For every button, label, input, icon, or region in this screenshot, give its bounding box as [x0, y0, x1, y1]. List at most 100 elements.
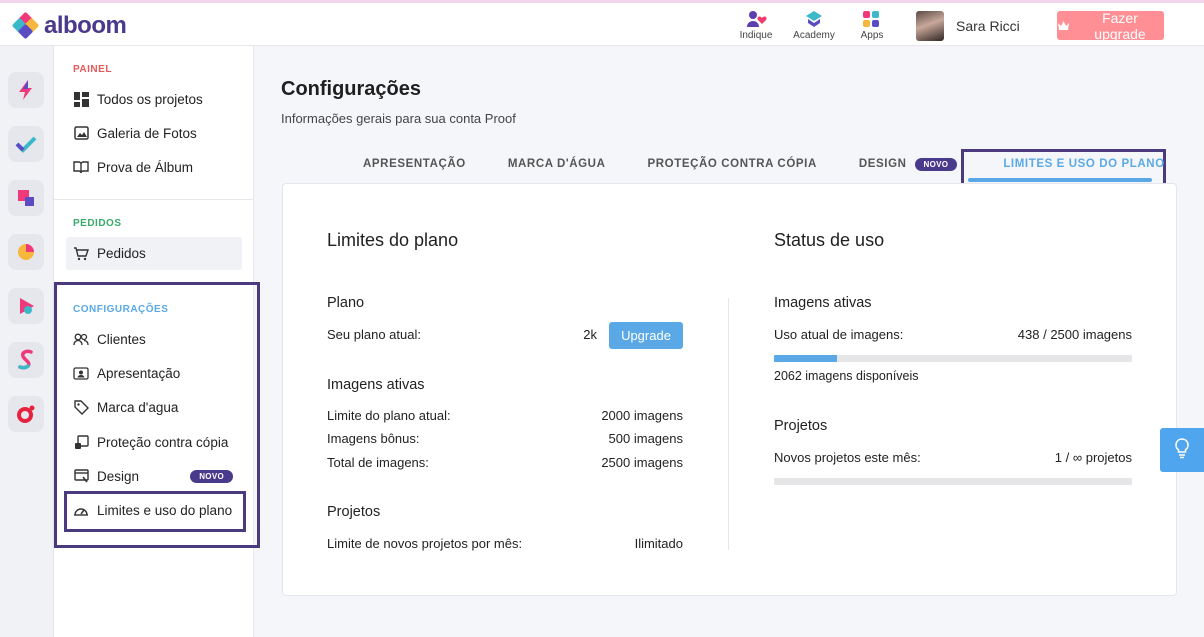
image-usage-value: 438 / 2500 imagens	[1017, 327, 1132, 342]
limit-row: Imagens bônus: 500 imagens	[327, 431, 683, 446]
tab-label: MARCA D'ÁGUA	[507, 158, 606, 170]
pie-app-icon[interactable]	[8, 234, 44, 270]
current-plan-label: Seu plano atual:	[327, 327, 421, 342]
plan-upgrade-button[interactable]: Upgrade	[609, 322, 683, 349]
image-icon	[73, 125, 89, 141]
sidebar-item-label: Limites e uso do plano	[97, 502, 233, 518]
section-label-pedidos: PEDIDOS	[73, 218, 122, 229]
sidebar-item-label: Prova de Álbum	[97, 159, 194, 175]
status-imagens-heading: Imagens ativas	[774, 295, 872, 311]
lightbulb-icon	[1173, 437, 1191, 464]
projetos-heading: Projetos	[327, 504, 381, 520]
copy-lock-icon	[73, 434, 89, 450]
sidebar-item-label: Clientes	[97, 331, 146, 347]
tab-apresentacao[interactable]: APRESENTAÇÃO	[342, 148, 487, 180]
tab-limites-uso[interactable]: LIMITES E USO DO PLANO	[978, 148, 1185, 180]
top-links: Indique Academy Apps	[736, 10, 892, 41]
book-icon	[73, 159, 89, 175]
apps-label: Apps	[860, 30, 884, 41]
sidebar-item-clientes[interactable]: Clientes	[66, 323, 242, 355]
upgrade-button[interactable]: Fazer upgrade	[1057, 10, 1164, 42]
section-label-painel: PAINEL	[73, 64, 112, 75]
active-tab-indicator	[968, 178, 1152, 182]
limit-row: Total de imagens: 2500 imagens	[327, 455, 683, 470]
projects-usage-value: 1 / ∞ projetos	[1054, 450, 1132, 465]
sidebar-item-label: Pedidos	[97, 246, 146, 261]
limit-value: 2500 imagens	[601, 455, 683, 470]
user-name: Sara Ricci	[956, 18, 1020, 34]
sidebar-item-pedidos[interactable]: Pedidos	[66, 237, 242, 270]
apps-grid-icon	[862, 10, 882, 28]
sidebar-item-limites-uso[interactable]: Limites e uso do plano	[66, 494, 242, 526]
academy-label: Academy	[793, 30, 835, 41]
ring-app-icon[interactable]	[8, 396, 44, 432]
projetos-limit-row: Limite de novos projetos por mês: Ilimit…	[327, 536, 683, 551]
limits-title: Limites do plano	[327, 230, 459, 250]
sidebar-item-label: Todos os projetos	[97, 91, 203, 107]
user-menu[interactable]: Sara Ricci	[916, 11, 1020, 41]
crown-icon	[1057, 18, 1070, 34]
help-button[interactable]	[1160, 428, 1204, 472]
sidebar-item-label: Design	[97, 468, 140, 484]
bolt-app-icon[interactable]	[8, 72, 44, 108]
limit-value: 2000 imagens	[601, 408, 683, 423]
sidebar-item-protecao-copia[interactable]: Proteção contra cópia	[66, 426, 242, 458]
sidebar-item-todos-projetos[interactable]: Todos os projetos	[66, 83, 242, 115]
tab-protecao-copia[interactable]: PROTEÇÃO CONTRA CÓPIA	[627, 148, 838, 180]
gauge-icon	[73, 502, 89, 518]
design-icon	[73, 468, 89, 484]
image-usage-row: Uso atual de imagens: 438 / 2500 imagens	[774, 327, 1132, 342]
academy-icon	[804, 10, 824, 28]
apps-link[interactable]: Apps	[852, 10, 892, 41]
projects-usage-label: Novos projetos este mês:	[774, 450, 921, 465]
divider	[54, 282, 254, 283]
limit-label: Total de imagens:	[327, 455, 429, 470]
imagens-heading: Imagens ativas	[327, 377, 425, 393]
limit-label: Imagens bônus:	[327, 431, 420, 446]
projects-usage-bar	[774, 478, 1132, 485]
tab-label: LIMITES E USO DO PLANO	[1003, 158, 1165, 170]
novo-badge: NOVO	[914, 157, 958, 171]
limit-label: Limite do plano atual:	[327, 408, 451, 423]
sidebar-item-galeria-fotos[interactable]: Galeria de Fotos	[66, 117, 242, 149]
alboom-logo[interactable]: alboom	[11, 11, 127, 40]
page-subtitle: Informações gerais para sua conta Proof	[281, 111, 516, 126]
top-bar: alboom Indique Academy Apps Sara Ricci F…	[0, 0, 1204, 46]
play-app-icon[interactable]	[8, 288, 44, 324]
limit-value: 500 imagens	[608, 431, 683, 446]
section-label-configuracoes: CONFIGURAÇÕES	[73, 304, 169, 315]
academy-link[interactable]: Academy	[793, 10, 835, 41]
square-app-icon[interactable]	[8, 180, 44, 216]
image-usage-bar	[774, 355, 1132, 362]
sidebar-item-design[interactable]: Design NOVO	[66, 460, 242, 492]
sidebar-item-label: Galeria de Fotos	[97, 125, 197, 141]
grid-icon	[73, 91, 89, 107]
current-plan-value: 2k	[583, 327, 597, 342]
tab-label: PROTEÇÃO CONTRA CÓPIA	[647, 158, 817, 170]
image-usage-label: Uso atual de imagens:	[774, 327, 904, 342]
check-app-icon[interactable]	[8, 126, 44, 162]
projetos-limit-label: Limite de novos projetos por mês:	[327, 536, 523, 551]
people-heart-icon	[746, 10, 767, 28]
sidebar-item-label: Marca d'agua	[97, 399, 179, 415]
sidebar-item-marca-dagua[interactable]: Marca d'agua	[66, 391, 242, 423]
indique-link[interactable]: Indique	[736, 10, 776, 41]
tab-design[interactable]: DESIGN NOVO	[838, 148, 978, 180]
limit-row: Limite do plano atual: 2000 imagens	[327, 408, 683, 423]
id-card-icon	[73, 365, 89, 381]
brand-name: alboom	[44, 12, 127, 39]
sidebar-item-prova-album[interactable]: Prova de Álbum	[66, 151, 242, 183]
sidebar: PAINEL Todos os projetos Galeria de Foto…	[54, 46, 254, 637]
page-title: Configurações	[281, 78, 422, 100]
current-plan-row: Seu plano atual: 2k	[327, 327, 597, 342]
projects-usage-row: Novos projetos este mês: 1 / ∞ projetos	[774, 450, 1132, 465]
alboom-logo-mark-icon	[11, 11, 40, 40]
tab-label: APRESENTAÇÃO	[363, 158, 466, 170]
s-app-icon[interactable]	[8, 342, 44, 378]
tag-icon	[73, 399, 89, 415]
sidebar-item-apresentacao[interactable]: Apresentação	[66, 357, 242, 389]
plano-heading: Plano	[327, 295, 365, 311]
status-projetos-heading: Projetos	[774, 418, 828, 434]
status-title: Status de uso	[774, 230, 885, 250]
tab-marca-dagua[interactable]: MARCA D'ÁGUA	[487, 148, 627, 180]
